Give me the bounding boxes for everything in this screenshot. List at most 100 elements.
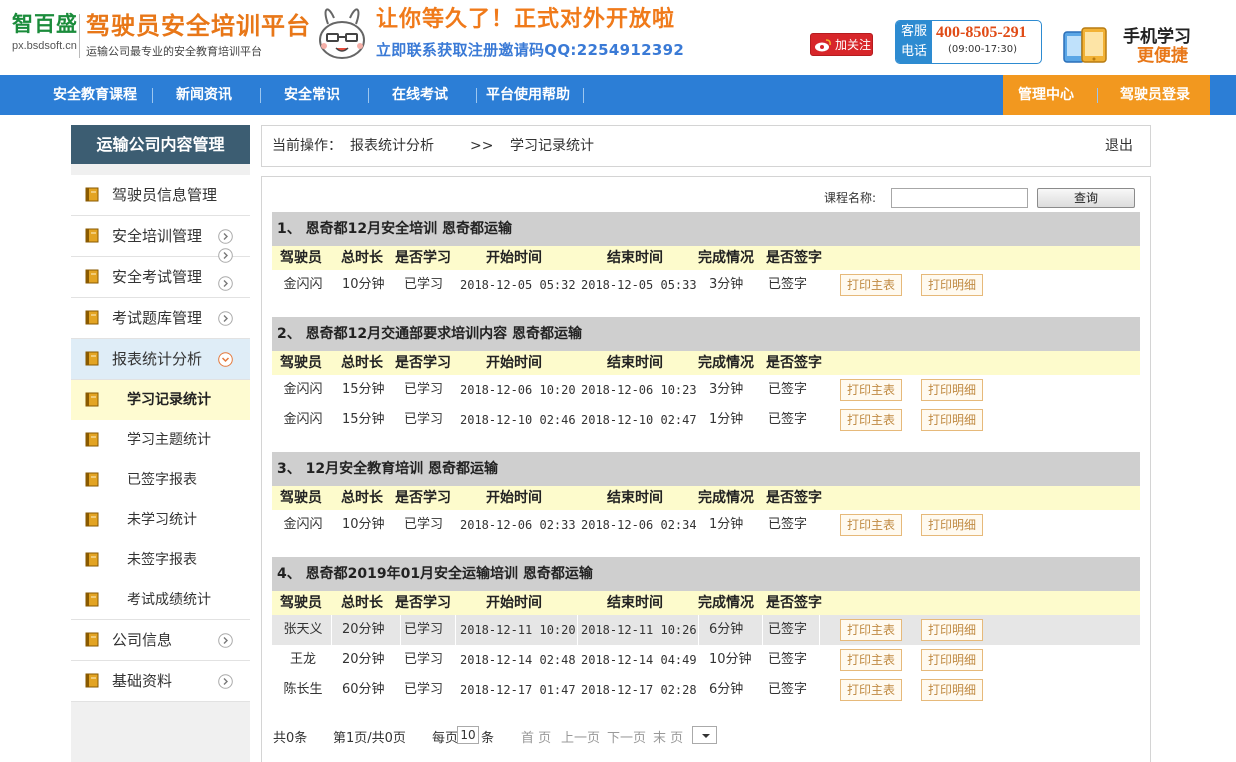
breadcrumb-level1[interactable]: 报表统计分析 <box>350 126 434 166</box>
print-detail-button[interactable]: 打印明细 <box>921 649 983 671</box>
sidebar-item-reports[interactable]: 报表统计分析 <box>71 339 250 380</box>
cell-divider <box>819 615 820 645</box>
print-main-button[interactable]: 打印主表 <box>840 619 902 641</box>
page-size-input[interactable]: 10 <box>457 726 479 744</box>
book-icon <box>85 552 99 567</box>
cell-start: 2018-12-11 10:20 <box>460 623 576 637</box>
chevron-right-icon[interactable] <box>218 633 233 648</box>
table-header-row: 驾驶员 总时长 是否学习 开始时间 结束时间 完成情况 是否签字 <box>272 246 1140 270</box>
cell-driver: 张天义 <box>283 622 323 637</box>
breadcrumb: 当前操作： 报表统计分析 >> 学习记录统计 退出 <box>261 125 1151 167</box>
cell-signed: 已签字 <box>768 277 808 292</box>
pager-first-link[interactable]: 首 页 <box>521 727 551 746</box>
pager-last-link[interactable]: 末 页 <box>653 727 683 746</box>
sidebar-subitem-label: 已签字报表 <box>127 472 197 488</box>
print-detail-button[interactable]: 打印明细 <box>921 379 983 401</box>
print-main-button[interactable]: 打印主表 <box>840 274 902 296</box>
course-name-label: 课程名称: <box>824 191 877 205</box>
print-detail-button[interactable]: 打印明细 <box>921 409 983 431</box>
column-header: 是否学习 <box>395 490 451 506</box>
print-detail-button[interactable]: 打印明细 <box>921 274 983 296</box>
sidebar: 运输公司内容管理 驾驶员信息管理 安全培训管理 安全考试管理 考试题库管理 报表… <box>71 125 250 762</box>
chevron-right-icon[interactable] <box>218 276 233 291</box>
sidebar-subitem-label: 学习主题统计 <box>127 432 211 448</box>
nav-item-help[interactable]: 平台使用帮助 <box>486 75 570 115</box>
print-main-button[interactable]: 打印主表 <box>840 649 902 671</box>
nav-item-online-exam[interactable]: 在线考试 <box>392 75 448 115</box>
pager: 共0条 第1页/共0页 每页 10 条 首 页 上一页 下一页 末 页 <box>272 726 1140 747</box>
pager-prev-link[interactable]: 上一页 <box>561 727 600 746</box>
sidebar-subitem-signed-report[interactable]: 已签字报表 <box>71 460 250 500</box>
sidebar-item-safety-exam[interactable]: 安全考试管理 <box>71 248 250 298</box>
sidebar-subitem-unstudied[interactable]: 未学习统计 <box>71 500 250 540</box>
sidebar-item-base-data[interactable]: 基础资料 <box>71 661 250 702</box>
sidebar-subitem-study-topics[interactable]: 学习主题统计 <box>71 420 250 460</box>
cell-divider <box>698 615 699 645</box>
book-icon <box>85 310 99 325</box>
cell-studied: 已学习 <box>404 382 444 397</box>
print-main-button[interactable]: 打印主表 <box>840 679 902 701</box>
print-main-button[interactable]: 打印主表 <box>840 514 902 536</box>
print-detail-button[interactable]: 打印明细 <box>921 514 983 536</box>
sidebar-subitem-label: 考试成绩统计 <box>127 592 211 608</box>
cell-signed: 已签字 <box>768 652 808 667</box>
pager-next-link[interactable]: 下一页 <box>607 727 646 746</box>
print-detail-button[interactable]: 打印明细 <box>921 679 983 701</box>
sidebar-item-company-info[interactable]: 公司信息 <box>71 620 250 661</box>
logo[interactable]: 智百盛 px.bsdsoft.cn <box>12 12 78 52</box>
group-title: 2、 恩奇都12月交通部要求培训内容 恩奇都运输 <box>272 317 1140 351</box>
logout-link[interactable]: 退出 <box>1105 126 1133 166</box>
nav-item-news[interactable]: 新闻资讯 <box>176 75 232 115</box>
nav-item-driver-login[interactable]: 驾驶员登录 <box>1120 75 1190 115</box>
breadcrumb-prefix: 当前操作： <box>272 138 342 154</box>
sidebar-item-driver-info[interactable]: 驾驶员信息管理 <box>71 175 250 216</box>
nav-item-safety-knowledge[interactable]: 安全常识 <box>284 75 340 115</box>
nav-divider <box>1097 88 1098 103</box>
column-header: 驾驶员 <box>280 490 322 506</box>
nav-item-safety-course[interactable]: 安全教育课程 <box>53 75 137 115</box>
page-jump-select[interactable] <box>692 726 717 744</box>
chevron-right-icon[interactable] <box>218 248 233 263</box>
sidebar-item-question-bank[interactable]: 考试题库管理 <box>71 298 250 339</box>
promo-banner[interactable]: 让你等久了！正式对外开放啦 立即联系获取注册邀请码QQ:2254912392 <box>376 7 684 60</box>
column-header: 总时长 <box>341 595 383 611</box>
print-main-button[interactable]: 打印主表 <box>840 409 902 431</box>
chevron-right-icon[interactable] <box>218 229 233 244</box>
sidebar-menu: 驾驶员信息管理 安全培训管理 安全考试管理 考试题库管理 报表统计分析 学习记录… <box>71 175 250 702</box>
cell-duration: 15分钟 <box>342 382 385 397</box>
course-name-input[interactable] <box>891 188 1028 208</box>
sidebar-subitem-unsigned-report[interactable]: 未签字报表 <box>71 540 250 580</box>
platform-title: 驾驶员安全培训平台 <box>86 12 311 40</box>
sidebar-subitem-label: 学习记录统计 <box>127 392 211 408</box>
chevron-down-icon[interactable] <box>218 352 233 367</box>
column-header: 完成情况 <box>698 250 754 266</box>
search-button[interactable]: 查询 <box>1037 188 1135 208</box>
weibo-follow-button[interactable]: 加关注 <box>810 33 873 56</box>
sidebar-subitem-label: 未签字报表 <box>127 552 197 568</box>
sidebar-subitem-exam-scores[interactable]: 考试成绩统计 <box>71 580 250 620</box>
column-header: 总时长 <box>341 355 383 371</box>
logo-url: px.bsdsoft.cn <box>12 40 77 52</box>
nav-item-admin-center[interactable]: 管理中心 <box>1018 75 1074 115</box>
cell-studied: 已学习 <box>404 517 444 532</box>
mobile-learning-subtitle: 更便捷 <box>1137 46 1188 66</box>
sidebar-item-label: 报表统计分析 <box>112 350 203 368</box>
table-row: 王龙 20分钟 已学习 2018-12-14 02:48 2018-12-14 04:4… <box>272 645 1140 675</box>
sidebar-subitem-study-records[interactable]: 学习记录统计 <box>71 380 250 420</box>
print-detail-button[interactable]: 打印明细 <box>921 619 983 641</box>
column-header: 结束时间 <box>607 355 663 371</box>
chevron-right-icon[interactable] <box>218 311 233 326</box>
pager-page-info: 第1页/共0页 <box>333 731 406 746</box>
book-icon <box>85 228 99 243</box>
cell-completion: 3分钟 <box>709 382 744 397</box>
group-title: 4、 恩奇都2019年01月安全运输培训 恩奇都运输 <box>272 557 1140 591</box>
cell-driver: 金闪闪 <box>283 382 323 397</box>
column-header: 结束时间 <box>607 250 663 266</box>
cell-end: 2018-12-17 02:28 <box>581 683 697 697</box>
cell-studied: 已学习 <box>404 277 444 292</box>
cell-duration: 60分钟 <box>342 682 385 697</box>
chevron-right-icon[interactable] <box>218 674 233 689</box>
print-main-button[interactable]: 打印主表 <box>840 379 902 401</box>
column-header: 开始时间 <box>486 250 542 266</box>
report-group: 4、 恩奇都2019年01月安全运输培训 恩奇都运输 驾驶员 总时长 是否学习 开始时间… <box>272 557 1140 705</box>
